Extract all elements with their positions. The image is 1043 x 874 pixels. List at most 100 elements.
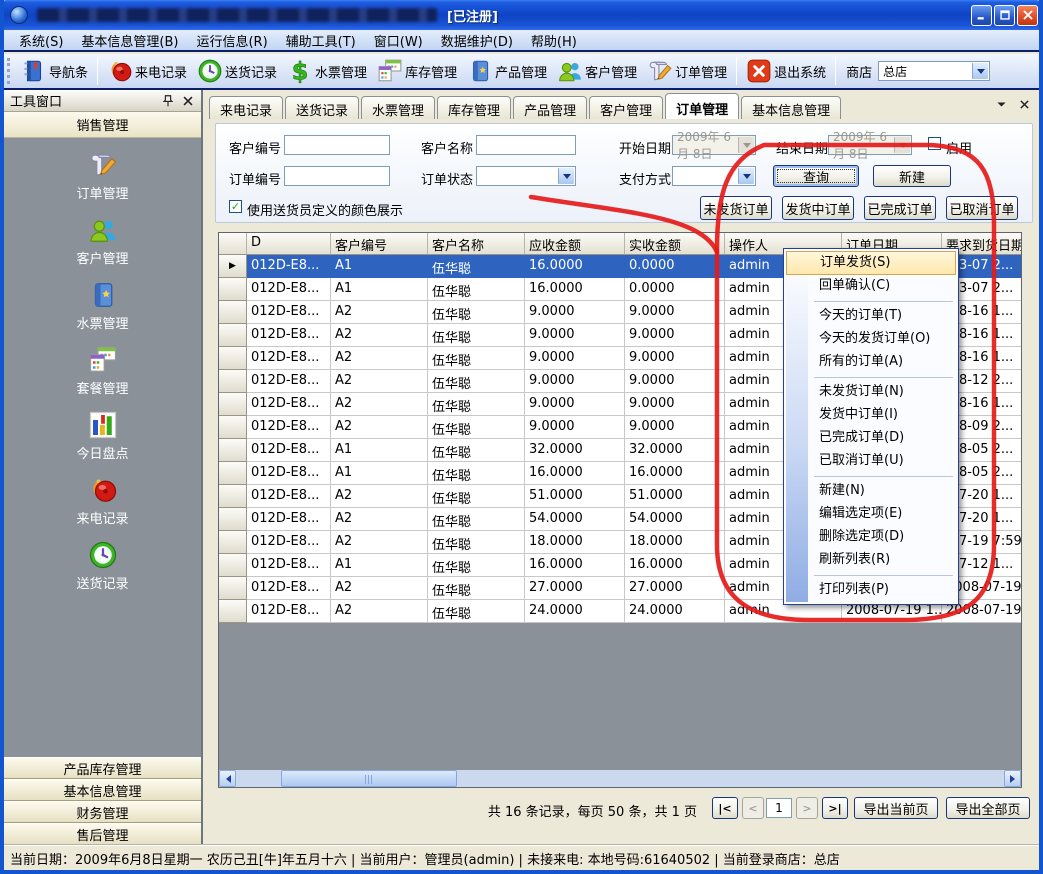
grid-header-5[interactable]: 实收金额 xyxy=(625,233,725,255)
sidebar-item-送货记录[interactable]: 送货记录 xyxy=(4,540,201,592)
toolbar-exit-x-button[interactable]: 退出系统 xyxy=(741,56,831,86)
context-menu-item-已完成订单(D)[interactable]: 已完成订单(D) xyxy=(786,427,956,450)
export-all-pages-button[interactable]: 导出全部页 xyxy=(946,797,1030,819)
grid-header-1[interactable]: D xyxy=(247,233,331,255)
chevron-down-icon[interactable] xyxy=(738,168,754,184)
context-menu-item-已取消订单(U)[interactable]: 已取消订单(U) xyxy=(786,450,956,473)
close-icon[interactable] xyxy=(181,94,195,108)
sidebar-group-基本信息管理[interactable]: 基本信息管理 xyxy=(4,779,201,801)
toolbar-order-scroll-button[interactable]: 订单管理 xyxy=(642,56,732,86)
toolbar-product-book-button[interactable]: 产品管理 xyxy=(462,56,552,86)
tab-close-icon[interactable] xyxy=(1018,98,1031,111)
filter-status-button-4[interactable]: 已取消订单 xyxy=(946,196,1018,220)
grid-header-3[interactable]: 客户名称 xyxy=(428,233,525,255)
chevron-down-icon[interactable] xyxy=(894,137,910,153)
tab-送货记录[interactable]: 送货记录 xyxy=(285,96,359,119)
shop-combobox[interactable]: 总店 xyxy=(878,61,990,81)
chevron-down-icon[interactable] xyxy=(972,63,988,79)
last-page-button[interactable]: >| xyxy=(822,797,848,819)
filter-status-button-2[interactable]: 发货中订单 xyxy=(782,196,854,220)
tab-产品管理[interactable]: 产品管理 xyxy=(513,96,587,119)
menubar-item-2[interactable]: 基本信息管理(B) xyxy=(72,29,187,52)
pay-method-combobox[interactable] xyxy=(672,166,756,186)
scroll-left-arrow-icon[interactable] xyxy=(219,770,236,787)
start-date-picker[interactable]: 2009年 6月 8日 xyxy=(672,135,756,155)
table-cell: 伍华聪 xyxy=(428,485,525,508)
toolbar-customer-people-button[interactable]: 客户管理 xyxy=(552,56,642,86)
close-button[interactable] xyxy=(1017,5,1038,26)
grid-header-4[interactable]: 应收金额 xyxy=(525,233,625,255)
table-cell: A2 xyxy=(331,577,428,600)
toolbar-dollar-button[interactable]: $水票管理 xyxy=(282,56,372,86)
context-menu-item-编辑选定项(E)[interactable]: 编辑选定项(E) xyxy=(786,503,956,526)
new-button[interactable]: 新建 xyxy=(873,165,951,187)
menubar-item-6[interactable]: 数据维护(D) xyxy=(432,29,522,52)
context-menu-item-订单发货(S)[interactable]: 订单发货(S) xyxy=(786,251,956,275)
context-menu-item-删除选定项(D)[interactable]: 删除选定项(D) xyxy=(786,526,956,549)
sidebar-section-sales[interactable]: 销售管理 xyxy=(4,112,201,138)
grid-header-2[interactable]: 客户编号 xyxy=(331,233,428,255)
chevron-down-icon[interactable] xyxy=(558,168,574,184)
filter-status-button-3[interactable]: 已完成订单 xyxy=(864,196,936,220)
sidebar-group-售后管理[interactable]: 售后管理 xyxy=(4,823,201,845)
tab-list-chevron-down-icon[interactable] xyxy=(995,98,1008,111)
toolbar-navigator-book-button[interactable]: 导航条 xyxy=(16,56,93,86)
filter-status-button-1[interactable]: 未发货订单 xyxy=(700,196,772,220)
customer-no-input[interactable] xyxy=(284,135,390,155)
sidebar-item-来电记录[interactable]: 来电记录 xyxy=(4,475,201,527)
context-menu-item-今天的订单(T)[interactable]: 今天的订单(T) xyxy=(786,305,956,328)
tab-库存管理[interactable]: 库存管理 xyxy=(437,96,511,119)
menubar-item-1[interactable]: 系统(S) xyxy=(10,29,72,52)
context-menu-item-打印列表(P)[interactable]: 打印列表(P) xyxy=(786,579,956,602)
sidebar-item-水票管理[interactable]: 水票管理 xyxy=(4,280,201,332)
context-menu-item-所有的订单(A)[interactable]: 所有的订单(A) xyxy=(786,351,956,374)
order-status-combobox[interactable] xyxy=(476,166,576,186)
tab-客户管理[interactable]: 客户管理 xyxy=(589,96,663,119)
tab-来电记录[interactable]: 来电记录 xyxy=(209,96,283,119)
first-page-button[interactable]: |< xyxy=(712,797,738,819)
maximize-button[interactable] xyxy=(994,5,1015,26)
context-menu-item-刷新列表(R)[interactable]: 刷新列表(R) xyxy=(786,549,956,572)
tab-订单管理[interactable]: 订单管理 xyxy=(665,93,739,119)
sidebar-item-套餐管理[interactable]: 套餐管理 xyxy=(4,345,201,397)
chevron-down-icon[interactable] xyxy=(738,137,754,153)
sidebar-item-今日盘点[interactable]: 今日盘点 xyxy=(4,410,201,462)
sidebar-item-订单管理[interactable]: 订单管理 xyxy=(4,150,201,202)
page-number-input[interactable]: 1 xyxy=(766,798,792,818)
context-menu-item-新建(N)[interactable]: 新建(N) xyxy=(786,480,956,503)
next-page-button[interactable]: > xyxy=(796,797,818,819)
scroll-right-arrow-icon[interactable] xyxy=(1004,770,1021,787)
table-cell: 012D-E8... xyxy=(247,301,331,324)
table-cell: 伍华聪 xyxy=(428,347,525,370)
context-menu-item-今天的发货订单(O)[interactable]: 今天的发货订单(O) xyxy=(786,328,956,351)
minimize-button[interactable] xyxy=(971,5,992,26)
toolbar-call-bell-button[interactable]: 来电记录 xyxy=(102,56,192,86)
menubar-item-7[interactable]: 帮助(H) xyxy=(522,29,586,52)
table-cell: 012D-E8... xyxy=(247,600,331,623)
prev-page-button[interactable]: < xyxy=(742,797,764,819)
grid-horizontal-scrollbar[interactable] xyxy=(219,770,1021,787)
menubar-item-4[interactable]: 辅助工具(T) xyxy=(277,29,365,52)
export-current-page-button[interactable]: 导出当前页 xyxy=(854,797,938,819)
sidebar-item-客户管理[interactable]: 客户管理 xyxy=(4,215,201,267)
context-menu-item-未发货订单(N)[interactable]: 未发货订单(N) xyxy=(786,381,956,404)
tab-水票管理[interactable]: 水票管理 xyxy=(361,96,435,119)
context-menu-item-发货中订单(I)[interactable]: 发货中订单(I) xyxy=(786,404,956,427)
sidebar-group-产品库存管理[interactable]: 产品库存管理 xyxy=(4,757,201,779)
sidebar-group-财务管理[interactable]: 财务管理 xyxy=(4,801,201,823)
enable-checkbox[interactable] xyxy=(928,137,941,150)
customer-name-input[interactable] xyxy=(476,135,576,155)
end-date-picker[interactable]: 2009年 6月 8日 xyxy=(828,135,912,155)
delivery-color-checkbox[interactable]: ✓ xyxy=(229,200,242,213)
context-menu-item-回单确认(C)[interactable]: 回单确认(C) xyxy=(786,275,956,298)
toolbar-grip[interactable] xyxy=(7,58,13,84)
pin-icon[interactable] xyxy=(161,94,175,108)
toolbar-delivery-clock-button[interactable]: 送货记录 xyxy=(192,56,282,86)
toolbar-inventory-calendar-button[interactable]: 库存管理 xyxy=(372,56,462,86)
scrollbar-thumb[interactable] xyxy=(281,770,457,787)
menubar-item-3[interactable]: 运行信息(R) xyxy=(187,29,276,52)
query-button[interactable]: 查询 xyxy=(773,165,859,187)
tab-基本信息管理[interactable]: 基本信息管理 xyxy=(741,96,841,119)
order-no-input[interactable] xyxy=(284,166,390,186)
menubar-item-5[interactable]: 窗口(W) xyxy=(365,29,432,52)
